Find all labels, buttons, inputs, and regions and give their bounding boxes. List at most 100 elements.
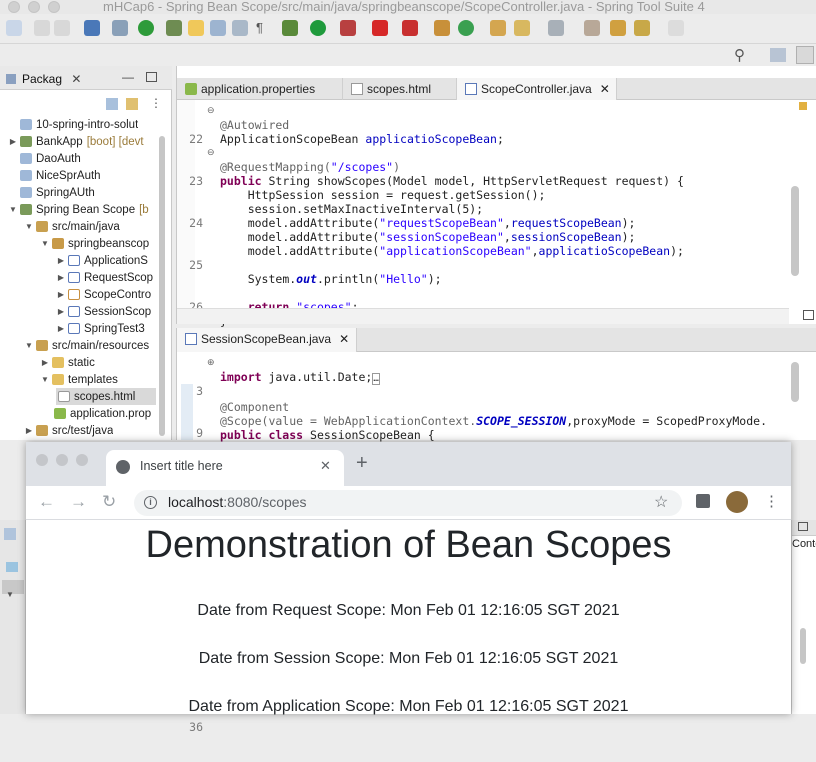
avatar[interactable] [726, 491, 748, 513]
more-menu-icon[interactable]: ⋮ [764, 492, 779, 510]
scrollbar[interactable] [791, 186, 799, 276]
stop-icon[interactable] [372, 20, 388, 36]
run-icon[interactable] [310, 20, 326, 36]
forward-icon[interactable] [668, 20, 684, 36]
chevron-down-icon[interactable]: ▼ [40, 239, 50, 248]
fold-icon[interactable]: ⊕ [207, 357, 215, 368]
minimize-window-button[interactable] [56, 454, 68, 466]
collapse-all-icon[interactable] [106, 98, 118, 110]
fold-icon[interactable]: ⊖ [207, 105, 215, 116]
boot-dashboard-icon[interactable] [138, 20, 154, 36]
new-icon[interactable] [6, 20, 22, 36]
tree-item[interactable]: application.prop [52, 405, 151, 422]
star-icon[interactable]: ☆ [654, 492, 668, 512]
address-bar[interactable]: i localhost:8080/scopes ☆ [134, 490, 682, 516]
warning-marker[interactable] [799, 102, 807, 110]
tree-item[interactable]: 10-spring-intro-solut [18, 116, 138, 133]
tree-item[interactable]: NiceSprAuth [18, 167, 101, 184]
fold-icon[interactable]: ⊖ [207, 147, 215, 158]
open-folder-icon[interactable] [490, 20, 506, 36]
close-window-button[interactable] [8, 1, 20, 13]
search-icon[interactable]: ⚲ [734, 46, 745, 64]
tree-item[interactable]: SpringAUth [18, 184, 95, 201]
debug-run-icon[interactable] [282, 20, 298, 36]
back-icon[interactable] [634, 20, 650, 36]
scrollbar[interactable] [791, 362, 799, 402]
back-icon[interactable]: ← [38, 492, 55, 512]
chevron-down-icon[interactable]: ▼ [40, 375, 50, 384]
tree-item[interactable]: ▼ src/main/resources [24, 337, 149, 354]
tab-scope-controller[interactable]: ScopeController.java ✕ [457, 78, 617, 100]
horizontal-scrollbar[interactable] [177, 308, 789, 324]
maximize-icon[interactable] [146, 72, 157, 82]
tree-item[interactable]: ▶ ApplicationS [56, 252, 148, 269]
chevron-right-icon[interactable]: ▶ [24, 426, 34, 435]
chevron-right-icon[interactable]: ▶ [56, 307, 66, 316]
close-icon[interactable]: ✕ [71, 72, 81, 86]
new-tab-button[interactable]: + [356, 452, 368, 475]
chevron-down-icon[interactable]: ▼ [24, 222, 34, 231]
minimize-icon[interactable]: — [122, 70, 134, 84]
chevron-down-icon[interactable]: ▼ [24, 341, 34, 350]
last-edit-icon[interactable] [610, 20, 626, 36]
open-perspective-icon[interactable] [770, 48, 786, 62]
tab-application-properties[interactable]: application.properties [177, 78, 343, 100]
tree-item[interactable]: ▼ src/main/java [24, 218, 120, 235]
folded-import-marker[interactable]: … [372, 373, 380, 385]
tree-item[interactable]: ▶ SpringTest3 [56, 320, 145, 337]
tree-item[interactable]: ▼ templates [40, 371, 118, 388]
new-package-icon[interactable] [434, 20, 450, 36]
chevron-right-icon[interactable]: ▶ [56, 324, 66, 333]
extensions-icon[interactable] [696, 494, 710, 508]
search-tool-icon[interactable] [112, 20, 128, 36]
tree-item[interactable]: ▶ ScopeContro [56, 286, 151, 303]
open-task-icon[interactable] [232, 20, 248, 36]
prev-annotation-icon[interactable] [584, 20, 600, 36]
tree-item[interactable]: ▶ src/test/java [24, 422, 113, 439]
chevron-right-icon[interactable]: ▶ [56, 273, 66, 282]
close-icon[interactable]: ✕ [320, 458, 331, 474]
tree-item[interactable]: ▶ SessionScop [56, 303, 151, 320]
save-icon[interactable] [34, 20, 50, 36]
minimize-window-button[interactable] [28, 1, 40, 13]
tree-item[interactable]: ▼ springbeanscop [40, 235, 149, 252]
chevron-down-icon[interactable]: ▼ [8, 205, 18, 214]
chevron-right-icon[interactable]: ▶ [8, 137, 18, 146]
forward-icon[interactable]: → [70, 492, 87, 512]
tab-scopes-html[interactable]: scopes.html [343, 78, 457, 100]
edit-icon[interactable] [514, 20, 530, 36]
zoom-window-button[interactable] [76, 454, 88, 466]
coverage-icon[interactable] [340, 20, 356, 36]
chevron-right-icon[interactable]: ▶ [56, 256, 66, 265]
package-explorer-tab[interactable]: Packag ✕ [6, 72, 81, 86]
tree-item[interactable]: ▼ Spring Bean Scope [b [8, 201, 149, 218]
panel-icon[interactable] [4, 528, 16, 540]
scrollbar[interactable] [159, 136, 165, 436]
tree-item-selected[interactable]: scopes.html [56, 388, 156, 405]
close-icon[interactable]: ✕ [600, 82, 610, 96]
pilcrow-icon[interactable]: ¶ [256, 20, 272, 36]
save-all-icon[interactable] [54, 20, 70, 36]
link-editor-icon[interactable] [126, 98, 138, 110]
tree-item[interactable]: ▶ RequestScop [56, 269, 153, 286]
view-menu-icon[interactable]: ⋮ [150, 96, 162, 110]
scrollbar[interactable] [800, 628, 806, 664]
next-annotation-icon[interactable] [548, 20, 564, 36]
close-icon[interactable]: ✕ [339, 332, 349, 346]
chevron-right-icon[interactable]: ▶ [56, 290, 66, 299]
open-type-icon[interactable] [210, 20, 226, 36]
panel-icon[interactable] [6, 562, 18, 572]
tree-item[interactable]: ▶ BankApp [boot] [devt [8, 133, 144, 150]
browser-tab[interactable]: Insert title here ✕ [106, 450, 344, 486]
terminal-icon[interactable] [84, 20, 100, 36]
highlight-icon[interactable] [188, 20, 204, 36]
tree-item[interactable]: ▶ static [40, 354, 95, 371]
maximize-icon[interactable] [803, 310, 814, 320]
new-class-icon[interactable] [458, 20, 474, 36]
tree-item[interactable]: DaoAuth [18, 150, 81, 167]
java-perspective-icon[interactable] [796, 46, 814, 64]
close-window-button[interactable] [36, 454, 48, 466]
chevron-down-icon[interactable]: ▼ [6, 590, 14, 599]
info-icon[interactable]: i [144, 496, 157, 509]
debug-icon[interactable] [166, 20, 182, 36]
